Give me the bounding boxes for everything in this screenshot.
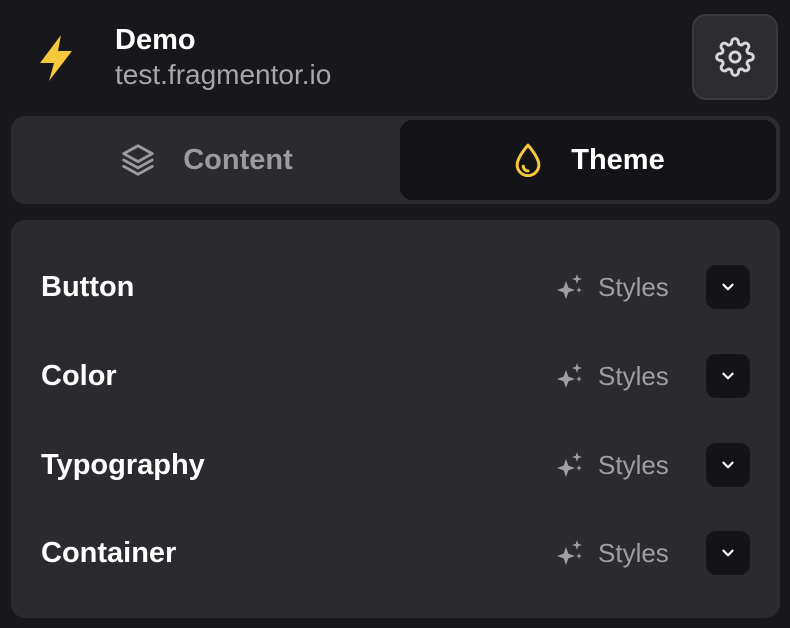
tab-bar: Content Theme — [11, 116, 780, 204]
tab-content-label: Content — [183, 143, 293, 176]
expand-button[interactable] — [706, 443, 750, 487]
sparkles-icon — [557, 274, 582, 299]
styles-label: Styles — [598, 537, 669, 568]
chevron-down-icon — [722, 549, 734, 557]
tab-content[interactable]: Content — [15, 120, 397, 200]
section-label: Container — [41, 537, 177, 569]
styles-label: Styles — [598, 449, 669, 480]
tab-theme-label: Theme — [571, 143, 665, 176]
theme-sections-panel: Button Styles Color Styles Typography St… — [11, 220, 780, 618]
sparkles-icon — [557, 540, 582, 565]
styles-link[interactable]: Styles — [555, 529, 669, 577]
settings-button[interactable] — [692, 14, 778, 100]
droplet-icon — [511, 141, 545, 179]
app-root: Demo test.fragmentor.io Content Theme Bu… — [0, 0, 790, 628]
styles-link[interactable]: Styles — [555, 352, 669, 400]
project-name: Demo — [115, 24, 196, 56]
chevron-down-icon — [722, 461, 734, 469]
styles-link[interactable]: Styles — [555, 441, 669, 489]
tab-theme[interactable]: Theme — [400, 120, 776, 200]
expand-button[interactable] — [706, 531, 750, 575]
section-label: Typography — [41, 449, 205, 481]
styles-label: Styles — [598, 360, 669, 391]
sparkles-icon — [557, 363, 582, 388]
section-row-color[interactable]: Color Styles — [11, 346, 780, 406]
expand-button[interactable] — [706, 265, 750, 309]
chevron-down-icon — [722, 283, 734, 291]
layers-icon — [119, 141, 157, 179]
project-domain: test.fragmentor.io — [115, 59, 332, 90]
section-label: Button — [41, 271, 135, 303]
styles-link[interactable]: Styles — [555, 263, 669, 311]
expand-button[interactable] — [706, 354, 750, 398]
gear-icon — [715, 37, 755, 77]
project-header: Demo test.fragmentor.io — [0, 0, 790, 112]
section-row-typography[interactable]: Typography Styles — [11, 435, 780, 495]
sparkles-icon — [557, 452, 582, 477]
section-row-container[interactable]: Container Styles — [11, 523, 780, 583]
section-label: Color — [41, 360, 117, 392]
section-row-button[interactable]: Button Styles — [11, 257, 780, 317]
chevron-down-icon — [722, 372, 734, 380]
styles-label: Styles — [598, 271, 669, 302]
lightning-bolt-icon — [40, 35, 72, 81]
